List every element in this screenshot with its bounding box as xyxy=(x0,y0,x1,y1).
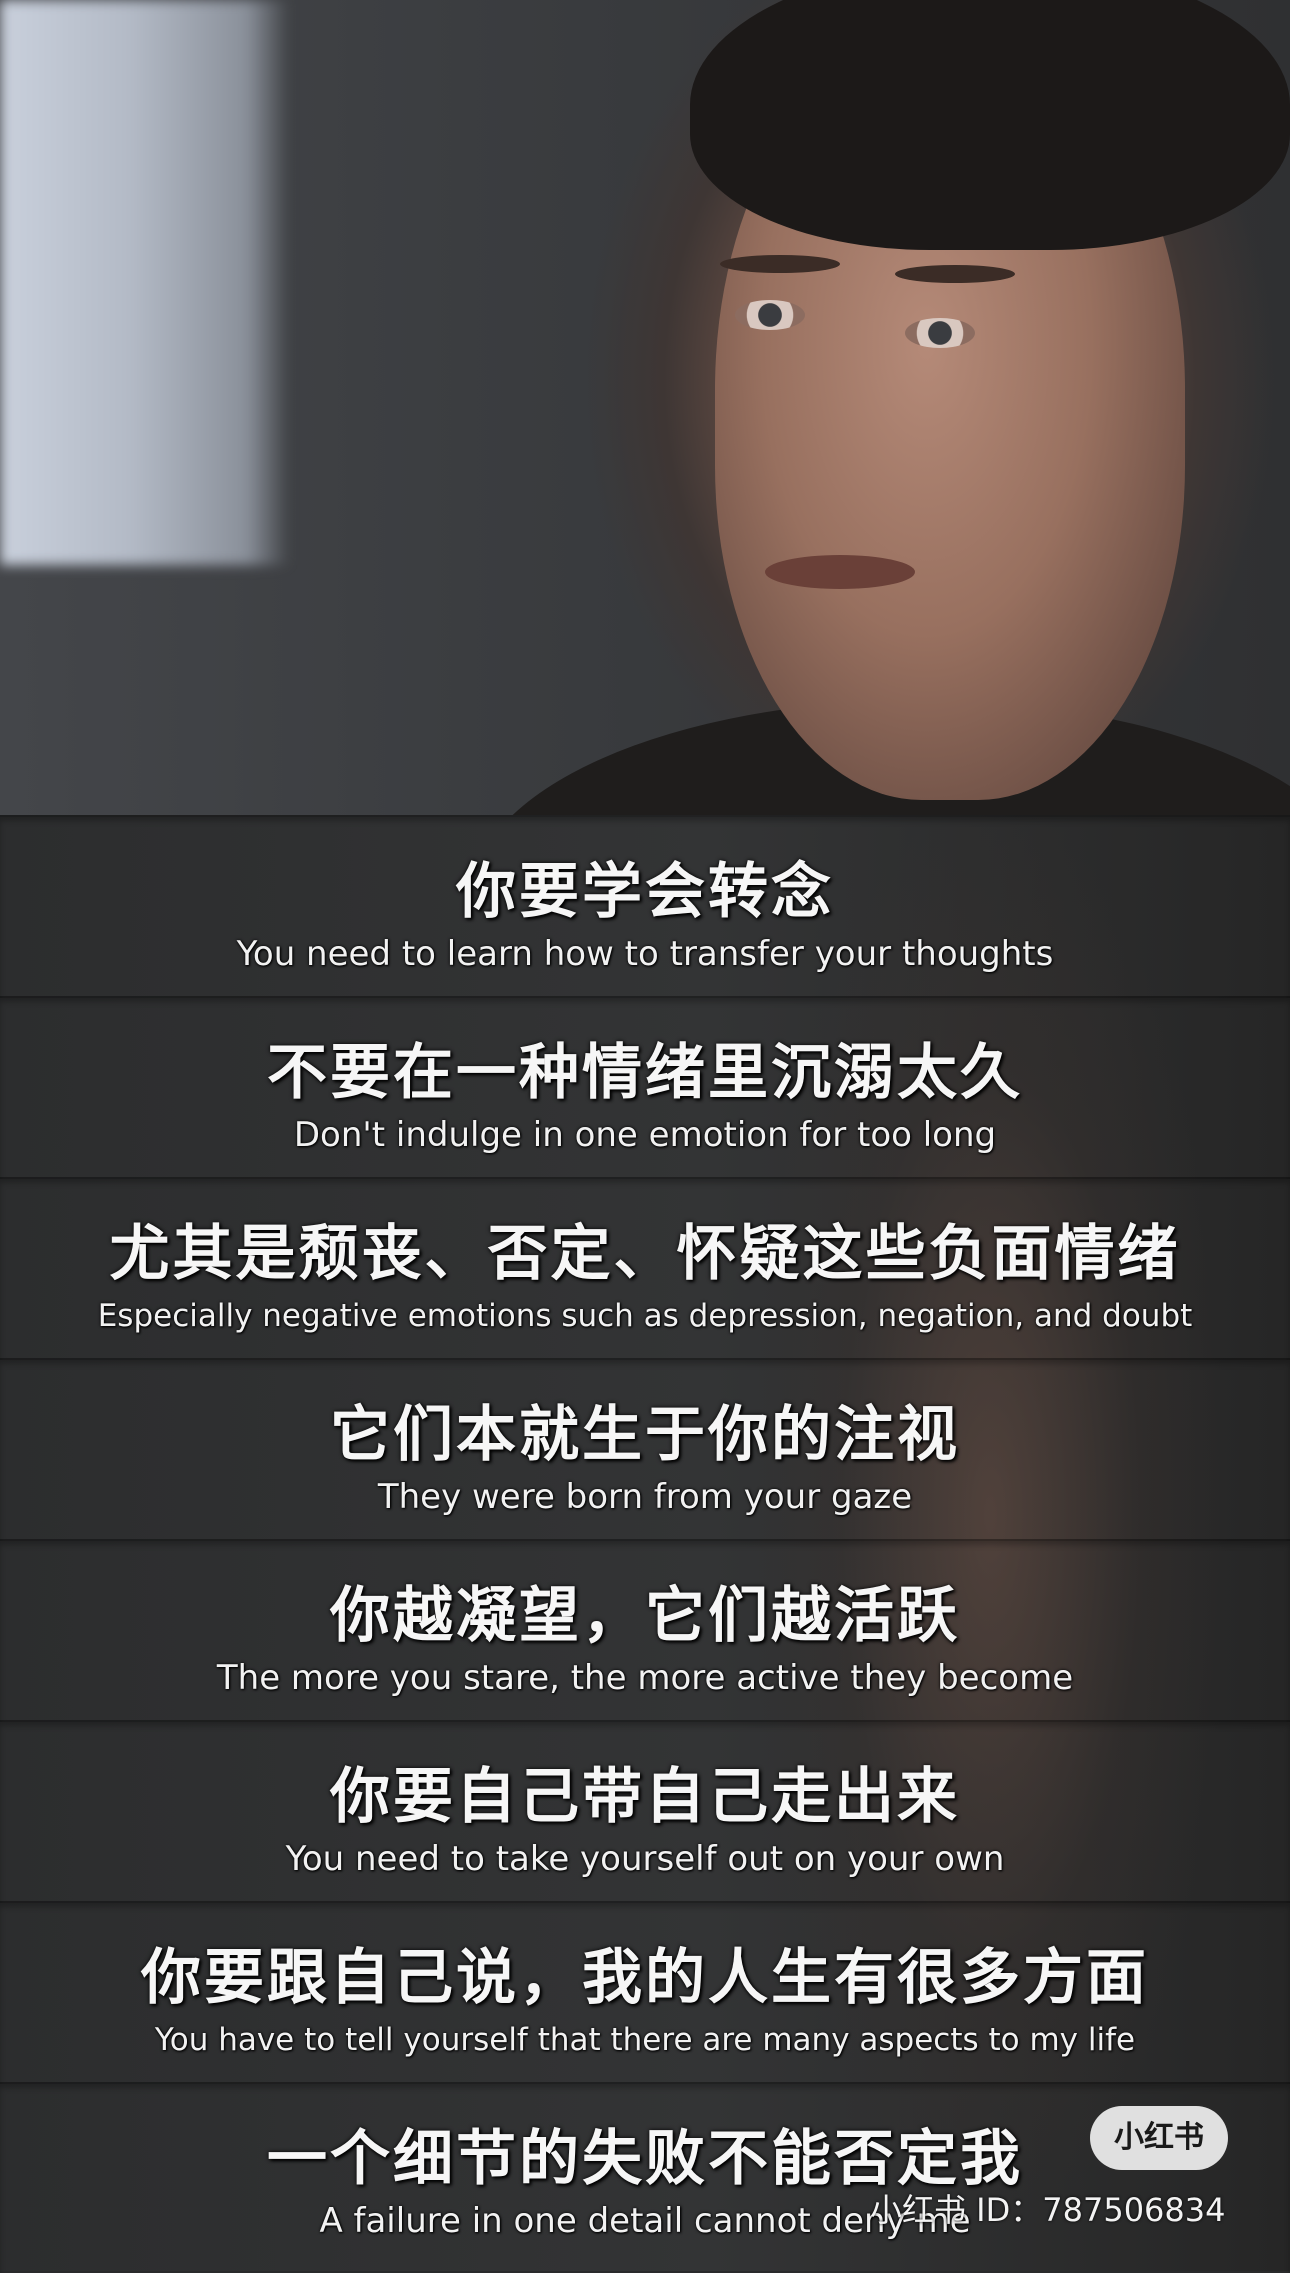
subtitle-zh: 你要跟自己说，我的人生有很多方面 xyxy=(141,1943,1149,2013)
subtitle-zh: 你越凝望，它们越活跃 xyxy=(330,1581,960,1651)
subtitle-zh: 尤其是颓丧、否定、怀疑这些负面情绪 xyxy=(109,1219,1181,1289)
xiaohongshu-id-watermark: 小红书 ID：787506834 xyxy=(870,2191,1226,2229)
subtitle-strip: 你要跟自己说，我的人生有很多方面 You have to tell yourse… xyxy=(0,1901,1290,2084)
subtitle-zh: 你要学会转念 xyxy=(456,857,834,927)
xiaohongshu-logo-badge: 小红书 xyxy=(1090,2106,1228,2170)
subtitle-en: The more you stare, the more active they… xyxy=(216,1658,1074,1698)
window-light xyxy=(0,0,290,565)
subtitle-zh: 不要在一种情绪里沉溺太久 xyxy=(267,1038,1023,1108)
speaker-hair xyxy=(690,0,1290,250)
subtitle-strip: 不要在一种情绪里沉溺太久 Don't indulge in one emotio… xyxy=(0,996,1290,1179)
subtitle-strip: 你越凝望，它们越活跃 The more you stare, the more … xyxy=(0,1539,1290,1722)
subtitle-en: You have to tell yourself that there are… xyxy=(154,2022,1136,2058)
subtitle-en: You need to learn how to transfer your t… xyxy=(236,934,1054,974)
subtitle-en: They were born from your gaze xyxy=(377,1477,913,1517)
subtitle-en: You need to take yourself out on your ow… xyxy=(285,1839,1005,1879)
subtitle-strip: 你要学会转念 You need to learn how to transfer… xyxy=(0,815,1290,998)
subtitle-zh: 它们本就生于你的注视 xyxy=(330,1400,960,1470)
right-eyebrow xyxy=(895,265,1015,283)
subtitle-strip: 尤其是颓丧、否定、怀疑这些负面情绪 Especially negative em… xyxy=(0,1177,1290,1360)
subtitle-strip: 一个细节的失败不能否定我 A failure in one detail can… xyxy=(0,2082,1290,2273)
left-eye xyxy=(735,300,805,330)
subtitle-en: Don't indulge in one emotion for too lon… xyxy=(293,1115,997,1155)
subtitle-strip: 你要自己带自己走出来 You need to take yourself out… xyxy=(0,1720,1290,1903)
subtitle-en: Especially negative emotions such as dep… xyxy=(97,1298,1193,1334)
interview-frame xyxy=(0,0,1290,815)
speaker-mouth xyxy=(765,555,915,589)
subtitle-strip: 它们本就生于你的注视 They were born from your gaze xyxy=(0,1358,1290,1541)
left-eyebrow xyxy=(720,255,840,273)
right-eye xyxy=(905,318,975,348)
subtitle-zh: 你要自己带自己走出来 xyxy=(330,1762,960,1832)
